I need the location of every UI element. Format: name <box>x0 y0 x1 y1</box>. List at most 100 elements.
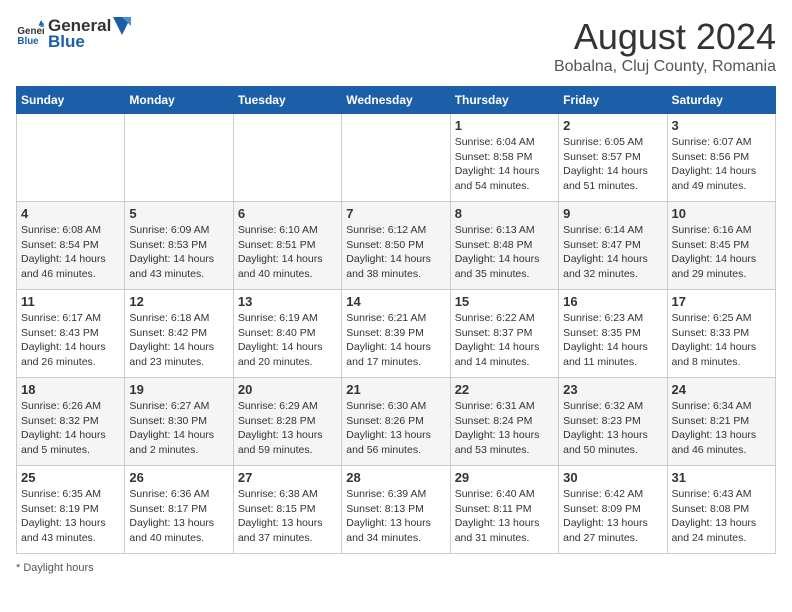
day-info: Sunrise: 6:31 AMSunset: 8:24 PMDaylight:… <box>455 399 554 458</box>
day-number: 19 <box>129 382 228 397</box>
day-info: Sunrise: 6:19 AMSunset: 8:40 PMDaylight:… <box>238 311 337 370</box>
subtitle: Bobalna, Cluj County, Romania <box>554 58 776 76</box>
day-number: 11 <box>21 294 120 309</box>
day-number: 27 <box>238 470 337 485</box>
day-info: Sunrise: 6:08 AMSunset: 8:54 PMDaylight:… <box>21 223 120 282</box>
table-row: 8 Sunrise: 6:13 AMSunset: 8:48 PMDaylight… <box>450 202 558 290</box>
table-row: 14 Sunrise: 6:21 AMSunset: 8:39 PMDayligh… <box>342 290 450 378</box>
day-number: 22 <box>455 382 554 397</box>
day-number: 25 <box>21 470 120 485</box>
table-row: 30 Sunrise: 6:42 AMSunset: 8:09 PMDayligh… <box>559 466 667 554</box>
day-number: 31 <box>672 470 771 485</box>
table-row: 26 Sunrise: 6:36 AMSunset: 8:17 PMDayligh… <box>125 466 233 554</box>
header-sunday: Sunday <box>17 87 125 114</box>
day-info: Sunrise: 6:27 AMSunset: 8:30 PMDaylight:… <box>129 399 228 458</box>
day-number: 14 <box>346 294 445 309</box>
table-row: 7 Sunrise: 6:12 AMSunset: 8:50 PMDaylight… <box>342 202 450 290</box>
header-wednesday: Wednesday <box>342 87 450 114</box>
table-row: 9 Sunrise: 6:14 AMSunset: 8:47 PMDaylight… <box>559 202 667 290</box>
day-info: Sunrise: 6:10 AMSunset: 8:51 PMDaylight:… <box>238 223 337 282</box>
day-info: Sunrise: 6:23 AMSunset: 8:35 PMDaylight:… <box>563 311 662 370</box>
day-number: 3 <box>672 118 771 133</box>
day-info: Sunrise: 6:43 AMSunset: 8:08 PMDaylight:… <box>672 487 771 546</box>
day-info: Sunrise: 6:30 AMSunset: 8:26 PMDaylight:… <box>346 399 445 458</box>
table-row <box>125 114 233 202</box>
day-number: 1 <box>455 118 554 133</box>
logo-icon: General Blue <box>16 20 44 48</box>
table-row: 12 Sunrise: 6:18 AMSunset: 8:42 PMDayligh… <box>125 290 233 378</box>
svg-text:Blue: Blue <box>17 36 39 47</box>
header-thursday: Thursday <box>450 87 558 114</box>
day-info: Sunrise: 6:22 AMSunset: 8:37 PMDaylight:… <box>455 311 554 370</box>
day-number: 18 <box>21 382 120 397</box>
table-row: 4 Sunrise: 6:08 AMSunset: 8:54 PMDaylight… <box>17 202 125 290</box>
day-info: Sunrise: 6:13 AMSunset: 8:48 PMDaylight:… <box>455 223 554 282</box>
table-row: 5Sunrise: 6:09 AMSunset: 8:53 PMDaylight… <box>125 202 233 290</box>
day-info: Sunrise: 6:04 AMSunset: 8:58 PMDaylight:… <box>455 135 554 194</box>
day-number: 24 <box>672 382 771 397</box>
day-number: 4 <box>21 206 120 221</box>
day-info: Sunrise: 6:05 AMSunset: 8:57 PMDaylight:… <box>563 135 662 194</box>
day-number: 8 <box>455 206 554 221</box>
table-row: 13Sunrise: 6:19 AMSunset: 8:40 PMDayligh… <box>233 290 341 378</box>
day-info: Sunrise: 6:35 AMSunset: 8:19 PMDaylight:… <box>21 487 120 546</box>
main-title: August 2024 <box>554 16 776 58</box>
table-row: 3 Sunrise: 6:07 AMSunset: 8:56 PMDaylight… <box>667 114 775 202</box>
day-number: 7 <box>346 206 445 221</box>
day-info: Sunrise: 6:26 AMSunset: 8:32 PMDaylight:… <box>21 399 120 458</box>
day-number: 30 <box>563 470 662 485</box>
day-number: 16 <box>563 294 662 309</box>
table-row: 25 Sunrise: 6:35 AMSunset: 8:19 PMDayligh… <box>17 466 125 554</box>
day-info: Sunrise: 6:32 AMSunset: 8:23 PMDaylight:… <box>563 399 662 458</box>
table-row: 20Sunrise: 6:29 AMSunset: 8:28 PMDayligh… <box>233 378 341 466</box>
header-friday: Friday <box>559 87 667 114</box>
table-row: 17Sunrise: 6:25 AMSunset: 8:33 PMDayligh… <box>667 290 775 378</box>
weekday-header-row: Sunday Monday Tuesday Wednesday Thursday… <box>17 87 776 114</box>
day-number: 12 <box>129 294 228 309</box>
calendar-week-row: 4 Sunrise: 6:08 AMSunset: 8:54 PMDaylight… <box>17 202 776 290</box>
table-row: 18 Sunrise: 6:26 AMSunset: 8:32 PMDayligh… <box>17 378 125 466</box>
day-info: Sunrise: 6:38 AMSunset: 8:15 PMDaylight:… <box>238 487 337 546</box>
day-info: Sunrise: 6:14 AMSunset: 8:47 PMDaylight:… <box>563 223 662 282</box>
day-number: 2 <box>563 118 662 133</box>
day-info: Sunrise: 6:42 AMSunset: 8:09 PMDaylight:… <box>563 487 662 546</box>
table-row: 27 Sunrise: 6:38 AMSunset: 8:15 PMDayligh… <box>233 466 341 554</box>
day-info: Sunrise: 6:21 AMSunset: 8:39 PMDaylight:… <box>346 311 445 370</box>
table-row <box>342 114 450 202</box>
table-row: 11 Sunrise: 6:17 AMSunset: 8:43 PMDayligh… <box>17 290 125 378</box>
header-tuesday: Tuesday <box>233 87 341 114</box>
day-info: Sunrise: 6:12 AMSunset: 8:50 PMDaylight:… <box>346 223 445 282</box>
header-monday: Monday <box>125 87 233 114</box>
table-row <box>233 114 341 202</box>
day-number: 5 <box>129 206 228 221</box>
day-info: Sunrise: 6:29 AMSunset: 8:28 PMDaylight:… <box>238 399 337 458</box>
table-row: 31 Sunrise: 6:43 AMSunset: 8:08 PMDayligh… <box>667 466 775 554</box>
day-info: Sunrise: 6:39 AMSunset: 8:13 PMDaylight:… <box>346 487 445 546</box>
day-number: 26 <box>129 470 228 485</box>
table-row: 28 Sunrise: 6:39 AMSunset: 8:13 PMDayligh… <box>342 466 450 554</box>
day-number: 28 <box>346 470 445 485</box>
logo-triangle <box>113 17 131 35</box>
day-info: Sunrise: 6:16 AMSunset: 8:45 PMDaylight:… <box>672 223 771 282</box>
day-info: Sunrise: 6:18 AMSunset: 8:42 PMDaylight:… <box>129 311 228 370</box>
day-info: Sunrise: 6:36 AMSunset: 8:17 PMDaylight:… <box>129 487 228 546</box>
header-saturday: Saturday <box>667 87 775 114</box>
day-info: Sunrise: 6:17 AMSunset: 8:43 PMDaylight:… <box>21 311 120 370</box>
day-info: Sunrise: 6:07 AMSunset: 8:56 PMDaylight:… <box>672 135 771 194</box>
day-number: 21 <box>346 382 445 397</box>
logo: General Blue General Blue <box>16 16 131 52</box>
table-row <box>17 114 125 202</box>
header: General Blue General Blue August 2024 Bo… <box>16 16 776 76</box>
day-number: 23 <box>563 382 662 397</box>
day-number: 17 <box>672 294 771 309</box>
calendar-week-row: 11 Sunrise: 6:17 AMSunset: 8:43 PMDayligh… <box>17 290 776 378</box>
day-info: Sunrise: 6:34 AMSunset: 8:21 PMDaylight:… <box>672 399 771 458</box>
day-number: 29 <box>455 470 554 485</box>
footer-note: * Daylight hours <box>16 562 776 574</box>
day-info: Sunrise: 6:40 AMSunset: 8:11 PMDaylight:… <box>455 487 554 546</box>
day-number: 9 <box>563 206 662 221</box>
table-row: 23 Sunrise: 6:32 AMSunset: 8:23 PMDayligh… <box>559 378 667 466</box>
calendar-week-row: 25 Sunrise: 6:35 AMSunset: 8:19 PMDayligh… <box>17 466 776 554</box>
table-row: 6Sunrise: 6:10 AMSunset: 8:51 PMDaylight… <box>233 202 341 290</box>
table-row: 19 Sunrise: 6:27 AMSunset: 8:30 PMDayligh… <box>125 378 233 466</box>
